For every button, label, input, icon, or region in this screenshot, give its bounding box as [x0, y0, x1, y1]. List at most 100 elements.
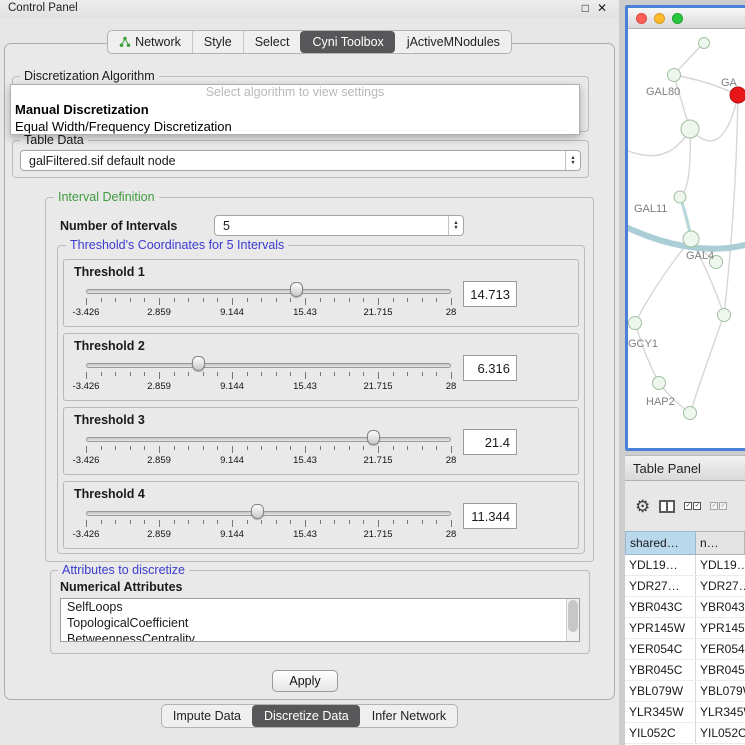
numerical-attributes-list[interactable]: SelfLoopsTopologicalCoefficientBetweenne…	[60, 598, 580, 642]
select-columns-icon[interactable]: ✓✓	[684, 502, 701, 510]
slider-thumb[interactable]	[251, 504, 264, 519]
table-row[interactable]: YER054CYER054C	[625, 639, 745, 660]
tab-network[interactable]: Network	[108, 31, 192, 53]
slider-scale-labels: -3.4262.8599.14415.4321.71528	[86, 381, 451, 393]
table-rows: YDL19…YDL19…YDR27…YDR27…YBR043CYBR043CYP…	[625, 555, 745, 745]
threshold-slider[interactable]: -3.4262.8599.14415.4321.71528	[86, 504, 451, 544]
tab-infer-network[interactable]: Infer Network	[360, 705, 457, 727]
slider-ticks	[86, 446, 451, 454]
thresholds-container: Threshold 1 -3.4262.8599.14415.4321.7152…	[63, 259, 579, 555]
close-traffic-light-icon[interactable]	[636, 13, 647, 24]
float-window-icon[interactable]: □	[582, 1, 589, 15]
attribute-list-item[interactable]: BetweennessCentrality	[61, 631, 579, 642]
slider-thumb[interactable]	[192, 356, 205, 371]
zoom-traffic-light-icon[interactable]	[672, 13, 683, 24]
network-canvas[interactable]: GAL80 GA GAL11 GAL4 GCY1 HAP2	[628, 29, 745, 450]
columns-icon[interactable]	[659, 500, 675, 513]
slider-track[interactable]	[86, 289, 451, 294]
threshold-value-field[interactable]: 6.316	[463, 355, 517, 381]
list-scrollbar[interactable]	[566, 599, 579, 641]
slider-ticks	[86, 298, 451, 306]
algorithm-dropdown-popup: Select algorithm to view settings Manual…	[10, 84, 580, 135]
threshold-panel: Threshold 2 -3.4262.8599.14415.4321.7152…	[63, 333, 579, 401]
svg-text:HAP2: HAP2	[646, 396, 675, 408]
table-row[interactable]: YBR045CYBR045C	[625, 660, 745, 681]
threshold-panel: Threshold 1 -3.4262.8599.14415.4321.7152…	[63, 259, 579, 327]
table-panel: ⚙ ✓✓ ✓✓ shared… n… YDL19…YDL19…YDR27…YDR…	[625, 481, 745, 745]
network-graph[interactable]: GAL80 GA GAL11 GAL4 GCY1 HAP2	[628, 29, 745, 450]
svg-text:GA: GA	[721, 77, 738, 89]
apply-button[interactable]: Apply	[272, 670, 338, 692]
tab-label: Network	[135, 35, 181, 49]
attribute-list-item[interactable]: SelfLoops	[61, 599, 579, 615]
threshold-value-field[interactable]: 21.4	[463, 429, 517, 455]
tab-cyni-toolbox[interactable]: Cyni Toolbox	[300, 31, 394, 53]
numerical-attributes-label: Numerical Attributes	[60, 580, 182, 594]
threshold-slider[interactable]: -3.4262.8599.14415.4321.71528	[86, 282, 451, 322]
slider-track[interactable]	[86, 511, 451, 516]
attributes-group-title: Attributes to discretize	[58, 563, 189, 577]
table-data-group-title: Table Data	[20, 133, 88, 147]
threshold-slider[interactable]: -3.4262.8599.14415.4321.71528	[86, 430, 451, 470]
slider-track[interactable]	[86, 437, 451, 442]
tab-select[interactable]: Select	[243, 31, 301, 53]
close-icon[interactable]: ✕	[597, 1, 607, 15]
number-of-intervals-select[interactable]: 5 ▲▼	[214, 215, 464, 236]
table-row[interactable]: YPR145WYPR145W	[625, 618, 745, 639]
network-edges	[628, 43, 738, 413]
combo-stepper-icon[interactable]: ▲▼	[448, 216, 463, 235]
network-tab-icon	[119, 36, 131, 48]
threshold-value-field[interactable]: 14.713	[463, 281, 517, 307]
slider-thumb[interactable]	[367, 430, 380, 445]
threshold-label: Threshold 3	[74, 413, 145, 427]
table-row[interactable]: YBR043CYBR043C	[625, 597, 745, 618]
table-data-selected-value: galFiltered.sif default node	[21, 154, 565, 168]
table-row[interactable]: YLR345WYLR345W	[625, 702, 745, 723]
table-column-headers: shared… n…	[625, 531, 745, 555]
selected-node[interactable]	[730, 87, 745, 103]
svg-text:GAL4: GAL4	[686, 250, 714, 262]
screen: Control Panel □ ✕ Network Style S	[0, 0, 745, 745]
bottom-tabbar: Impute Data Discretize Data Infer Networ…	[0, 704, 619, 728]
tab-jactivemodules[interactable]: jActiveMNodules	[395, 31, 511, 53]
threshold-panel: Threshold 4 -3.4262.8599.14415.4321.7152…	[63, 481, 579, 549]
table-data-select[interactable]: galFiltered.sif default node ▲▼	[20, 150, 581, 171]
tab-discretize-data[interactable]: Discretize Data	[252, 705, 360, 727]
algorithm-option-equal-width[interactable]: Equal Width/Frequency Discretization	[11, 118, 579, 135]
gear-icon[interactable]: ⚙	[635, 498, 650, 515]
table-row[interactable]: YBL079WYBL079W	[625, 681, 745, 702]
threshold-panel: Threshold 3 -3.4262.8599.14415.4321.7152…	[63, 407, 579, 475]
panel-title: Control Panel	[8, 2, 78, 14]
slider-scale-labels: -3.4262.8599.14415.4321.71528	[86, 307, 451, 319]
slider-track[interactable]	[86, 363, 451, 368]
slider-ticks	[86, 520, 451, 528]
table-toolbar: ⚙ ✓✓ ✓✓	[625, 481, 745, 531]
network-window-titlebar	[628, 8, 745, 29]
deselect-columns-icon[interactable]: ✓✓	[710, 502, 727, 510]
combo-stepper-icon[interactable]: ▲▼	[565, 151, 580, 170]
table-row[interactable]: YDR27…YDR27…	[625, 576, 745, 597]
threshold-label: Threshold 1	[74, 265, 145, 279]
algorithm-placeholder: Select algorithm to view settings	[11, 85, 579, 101]
interval-definition-group-title: Interval Definition	[54, 190, 159, 204]
algorithm-option-manual[interactable]: Manual Discretization	[11, 101, 579, 118]
thresholds-group-title: Threshold's Coordinates for 5 Intervals	[66, 238, 288, 252]
minimize-traffic-light-icon[interactable]	[654, 13, 665, 24]
tab-style[interactable]: Style	[192, 31, 243, 53]
svg-text:GAL11: GAL11	[634, 203, 667, 215]
column-header-name[interactable]: n…	[696, 531, 745, 555]
control-panel: Control Panel □ ✕ Network Style S	[0, 0, 619, 745]
network-view-window: GAL80 GA GAL11 GAL4 GCY1 HAP2	[625, 5, 745, 451]
number-of-intervals-label: Number of Intervals	[60, 219, 177, 233]
table-row[interactable]: YDL19…YDL19…	[625, 555, 745, 576]
threshold-value-field[interactable]: 11.344	[463, 503, 517, 529]
scrollbar-thumb[interactable]	[568, 600, 578, 632]
column-header-shared-name[interactable]: shared…	[625, 531, 696, 555]
attribute-list-item[interactable]: TopologicalCoefficient	[61, 615, 579, 631]
table-row[interactable]: YIL052CYIL052C	[625, 723, 745, 744]
slider-thumb[interactable]	[290, 282, 303, 297]
threshold-label: Threshold 4	[74, 487, 145, 501]
threshold-slider[interactable]: -3.4262.8599.14415.4321.71528	[86, 356, 451, 396]
tab-label: Cyni Toolbox	[312, 35, 383, 49]
tab-impute-data[interactable]: Impute Data	[162, 705, 252, 727]
